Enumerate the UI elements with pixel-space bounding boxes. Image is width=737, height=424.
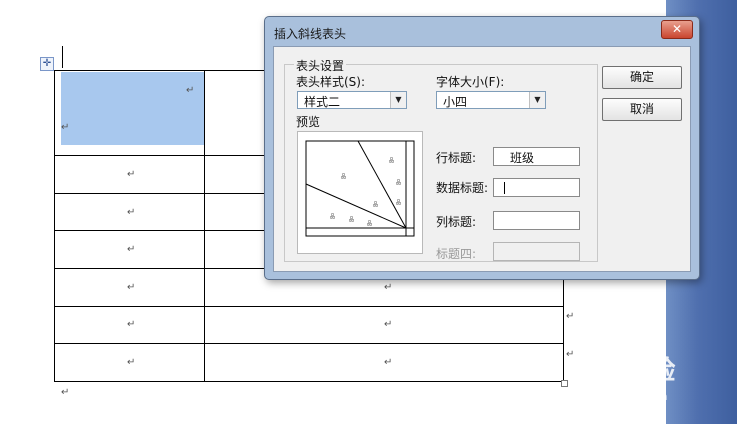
close-button[interactable]: ✕: [661, 20, 693, 39]
watermark-url: jingyan.baidu.com: [566, 390, 668, 403]
font-size-label: 字体大小(F):: [436, 75, 505, 89]
selected-header-cell[interactable]: [61, 72, 204, 145]
font-size-select-value: 小四: [443, 95, 468, 109]
chevron-down-icon[interactable]: ▼: [529, 92, 545, 108]
data-title-label: 数据标题:: [436, 181, 489, 195]
chevron-down-icon[interactable]: ▼: [390, 92, 406, 108]
style-label: 表头样式(S):: [296, 75, 366, 89]
font-size-select[interactable]: 小四 ▼: [436, 91, 546, 109]
dialog-title: 插入斜线表头: [274, 27, 347, 41]
table-border: [54, 343, 564, 344]
cell-mark: ↵: [384, 282, 393, 293]
watermark: Bai 经验 jingyan.baidu.com: [564, 340, 736, 420]
watermark-logo: Bai 经验: [568, 356, 676, 386]
text-cursor: [62, 46, 63, 68]
table-border: [54, 381, 564, 382]
dialog-titlebar[interactable]: 插入斜线表头 ✕: [265, 17, 699, 45]
cell-mark: ↵: [127, 207, 136, 218]
cell-mark: ↵: [127, 244, 136, 255]
row-title-value: 班级: [510, 151, 535, 165]
col-title-input[interactable]: [493, 211, 580, 230]
svg-text:品: 品: [389, 158, 394, 164]
dialog-client-area: 表头设置 表头样式(S): 样式二 ▼ 字体大小(F): 小四 ▼ 预览 品 品…: [273, 46, 691, 272]
cell-mark: ↵: [127, 169, 136, 180]
row-title-label: 行标题:: [436, 151, 477, 165]
cell-mark: ↵: [384, 319, 393, 330]
col-title-label: 列标题:: [436, 215, 477, 229]
cancel-button[interactable]: 取消: [602, 98, 682, 121]
svg-text:品: 品: [396, 180, 401, 186]
data-title-input[interactable]: [493, 178, 580, 197]
style-select[interactable]: 样式二 ▼: [297, 91, 407, 109]
svg-text:品: 品: [330, 214, 335, 220]
style-select-value: 样式二: [304, 95, 341, 109]
svg-text:品: 品: [396, 200, 401, 206]
title4-input: [493, 242, 580, 261]
table-border: [54, 70, 55, 382]
table-move-handle-icon[interactable]: ✛: [40, 57, 54, 71]
table-border: [204, 70, 205, 382]
row-title-input[interactable]: 班级: [493, 147, 580, 166]
svg-text:品: 品: [373, 202, 378, 208]
table-border: [54, 306, 564, 307]
svg-text:品: 品: [341, 174, 346, 180]
svg-text:品: 品: [349, 217, 354, 223]
ok-button[interactable]: 确定: [602, 66, 682, 89]
insert-diagonal-header-dialog: 插入斜线表头 ✕ 表头设置 表头样式(S): 样式二 ▼ 字体大小(F): 小四…: [264, 16, 700, 280]
cell-mark: ↵: [127, 282, 136, 293]
header-preview: 品 品 品 品 品 品 品 品: [297, 131, 423, 254]
preview-label: 预览: [296, 115, 321, 129]
preview-diagram: 品 品 品 品 品 品 品 品: [305, 140, 415, 237]
cell-mark: ↵: [61, 122, 70, 133]
row-end-mark: ↵: [566, 311, 575, 322]
group-label: 表头设置: [294, 57, 347, 74]
cell-mark: ↵: [384, 357, 393, 368]
paragraph-mark: ↵: [61, 387, 70, 398]
cell-mark: ↵: [186, 85, 195, 96]
cell-mark: ↵: [127, 319, 136, 330]
close-icon: ✕: [671, 22, 683, 36]
text-caret: [504, 182, 505, 194]
cell-mark: ↵: [127, 357, 136, 368]
title4-label: 标题四:: [436, 247, 477, 261]
svg-text:品: 品: [367, 221, 372, 227]
